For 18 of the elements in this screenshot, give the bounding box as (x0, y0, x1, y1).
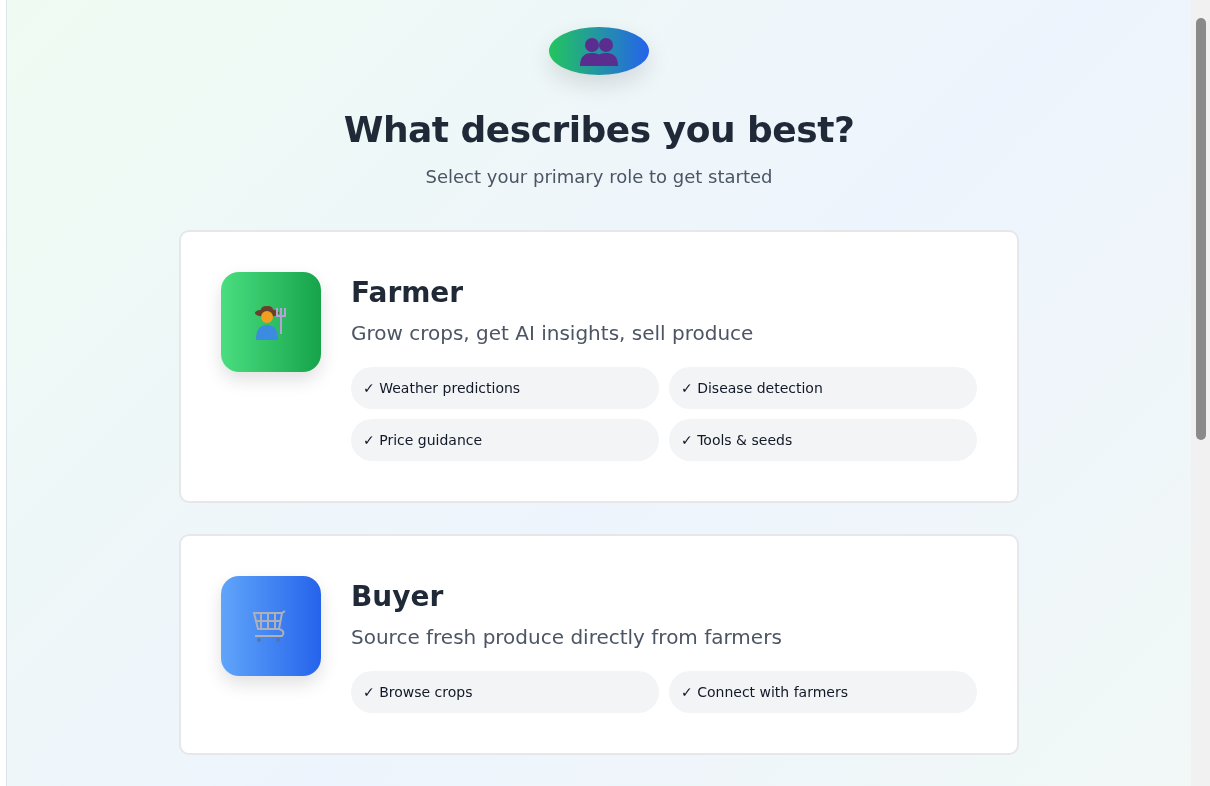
scrollbar[interactable] (1191, 0, 1210, 786)
role-card[interactable]: Buyer Source fresh produce directly from farmers ✓ Browse crops ✓ Connect with farmers (179, 534, 1019, 755)
scrollbar-thumb[interactable] (1195, 18, 1206, 440)
feature-chip: ✓ Connect with farmers (669, 671, 977, 713)
role-name: Farmer (351, 276, 465, 309)
feature-chip: ✓ Browse crops (351, 671, 659, 713)
feature-chip: ✓ Price guidance (351, 419, 659, 461)
two-people-icon (580, 36, 618, 66)
feature-chip: ✓ Tools & seeds (669, 419, 977, 461)
feature-chip: ✓ Weather predictions (351, 367, 659, 409)
role-card[interactable]: Farmer Grow crops, get AI insights, sell produce ✓ Weather predictions ✓ Disease detection ✓ Price guidance ✓ Tools & seeds (179, 230, 1019, 503)
role-name: Buyer (351, 580, 445, 613)
page-title: What describes you best? (343, 109, 855, 150)
farmer-icon (254, 304, 288, 340)
page-subtitle: Select your primary role to get started (425, 166, 773, 187)
role-description: Grow crops, get AI insights, sell produce (351, 321, 755, 345)
role-description: Source fresh produce directly from farmers (351, 625, 783, 649)
feature-chip: ✓ Disease detection (669, 367, 977, 409)
